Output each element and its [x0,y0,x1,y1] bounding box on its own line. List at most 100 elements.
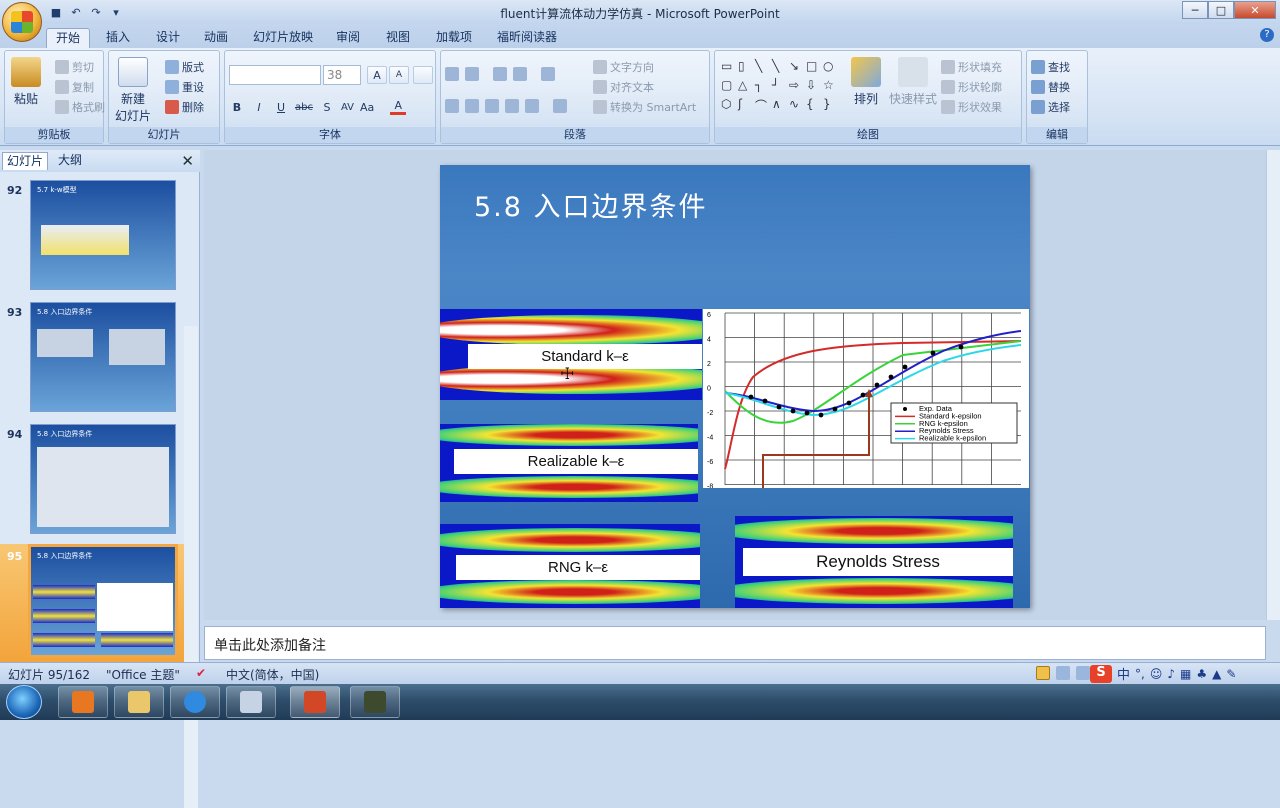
ime-punct-toggle[interactable]: °, [1135,667,1145,681]
copy-button[interactable]: 复制 [55,79,94,95]
tab-animations[interactable]: 动画 [198,28,234,48]
shape-roundrect-icon[interactable]: ▢ [721,78,737,93]
bullets-icon[interactable] [445,67,459,81]
char-spacing-button[interactable]: AV [341,102,354,113]
font-name-box[interactable] [229,65,321,85]
shrink-font-button[interactable]: A [389,66,409,84]
slide-thumbnail-selected[interactable]: 5.8 入口边界条件 [28,544,178,658]
shape-effects-button[interactable]: 形状效果 [941,99,1002,115]
cfd-contour-reynolds[interactable]: Reynolds Stress [735,516,1013,608]
taskbar-ie[interactable] [170,686,220,718]
shadow-button[interactable]: S [319,101,335,114]
shape-textbox-icon[interactable]: ▭ [721,59,737,74]
normal-view-icon[interactable] [1036,666,1050,680]
align-center-icon[interactable] [465,99,479,113]
increase-indent-icon[interactable] [513,67,527,81]
new-slide-button[interactable]: 新建 幻灯片 [115,57,151,124]
shape-brace2-icon[interactable]: } [823,97,839,115]
shape-oval-icon[interactable]: ○ [823,59,839,74]
cfd-contour-rng[interactable]: RNG k–ε [440,524,700,608]
shape-triangle-icon[interactable]: △ [738,78,754,93]
tab-slideshow[interactable]: 幻灯片放映 [248,28,318,48]
align-text-button[interactable]: 对齐文本 [593,79,654,95]
layout-button[interactable]: 版式 [165,59,204,75]
thumbnail-scrollbar[interactable] [184,326,198,808]
shape-downarrow-icon[interactable]: ⇩ [806,78,822,93]
microphone-icon[interactable]: ♪ [1167,667,1175,681]
spellcheck-icon[interactable]: ✔ [196,666,206,680]
format-painter-button[interactable]: 格式刷 [55,99,105,115]
underline-button[interactable]: U [273,101,289,114]
office-button[interactable] [2,2,42,42]
tab-review[interactable]: 审阅 [330,28,366,48]
cfd-contour-standard[interactable]: Standard k–ε [440,309,702,400]
shape-arc-icon[interactable]: ⌒ [755,97,771,115]
taskbar-snipping[interactable] [226,686,276,718]
justify-icon[interactable] [505,99,519,113]
tab-addins[interactable]: 加载项 [430,28,478,48]
text-direction-button[interactable]: 文字方向 [593,59,654,75]
shape-rightarrow-icon[interactable]: ⇨ [789,78,805,93]
slide-thumbnail[interactable]: 5.8 入口边界条件 [30,424,176,534]
delete-button[interactable]: 删除 [165,99,204,115]
slide-title[interactable]: 5.8 入口边界条件 [474,185,708,224]
sorter-view-icon[interactable] [1056,666,1070,680]
shape-curve-icon[interactable]: ʃ [738,97,754,115]
shape-hex-icon[interactable]: ⬡ [721,97,737,115]
shape-brace-icon[interactable]: { [806,97,822,115]
line-spacing-icon[interactable] [541,67,555,81]
tab-outline-pane[interactable]: 大纲 [54,152,86,170]
distributed-icon[interactable] [525,99,539,113]
numbering-icon[interactable] [465,67,479,81]
help-icon[interactable]: ? [1260,28,1274,42]
italic-button[interactable]: I [251,101,267,114]
taskbar-recorder[interactable] [350,686,400,718]
tab-home[interactable]: 开始 [46,28,90,48]
shape-line-icon[interactable]: ╲ [755,59,771,74]
shape-fill-button[interactable]: 形状填充 [941,59,1002,75]
align-right-icon[interactable] [485,99,499,113]
clear-format-button[interactable] [413,66,433,84]
align-left-icon[interactable] [445,99,459,113]
ime-chinese-toggle[interactable]: 中 [1117,664,1130,683]
find-button[interactable]: 查找 [1031,59,1070,75]
minimize-button[interactable]: ─ [1182,1,1208,19]
replace-button[interactable]: 替换 [1031,79,1070,95]
emoji-icon[interactable]: ☺ [1150,667,1163,681]
close-button[interactable]: ✕ [1234,1,1276,19]
taskbar-powerpoint[interactable] [290,686,340,718]
font-size-box[interactable]: 38 [323,65,361,85]
slide-thumbnail[interactable]: 5.8 入口边界条件 [30,302,176,412]
wrench-icon[interactable]: ✎ [1226,667,1236,681]
grow-font-button[interactable]: A [367,66,387,84]
select-button[interactable]: 选择 [1031,99,1070,115]
arrange-button[interactable]: 排列 [851,57,881,107]
shape-vtextbox-icon[interactable]: ▯ [738,59,754,74]
quick-styles-button[interactable]: 快速样式 [889,57,937,107]
columns-icon[interactable] [553,99,567,113]
slide-scrollbar[interactable] [1266,150,1280,620]
notes-pane[interactable]: 单击此处添加备注 [204,626,1266,660]
shape-elbow-icon[interactable]: ┐ [755,78,771,93]
paste-button[interactable]: 粘贴 [11,57,41,107]
decrease-indent-icon[interactable] [493,67,507,81]
shape-arrow-icon[interactable]: ↘ [789,59,805,74]
shapes-gallery[interactable]: ▭ ▯ ╲ ╲ ↘ □ ○ ▢ △ ┐ ┘ ⇨ ⇩ ☆ ⬡ ʃ ⌒ ∧ ∿{} [721,59,841,115]
bold-button[interactable]: B [229,101,245,114]
ime-logo-icon[interactable]: S [1090,664,1112,683]
shape-line2-icon[interactable]: ╲ [772,59,788,74]
shape-freeform-icon[interactable]: ∧ [772,97,788,115]
shape-star-icon[interactable]: ☆ [823,78,839,93]
change-case-button[interactable]: Aa [360,101,374,114]
maximize-button[interactable]: □ [1208,1,1234,19]
pane-close-icon[interactable]: ✕ [181,152,194,170]
tab-slides-pane[interactable]: 幻灯片 [2,152,49,170]
tab-view[interactable]: 视图 [380,28,416,48]
tab-design[interactable]: 设计 [150,28,186,48]
smartart-button[interactable]: 转换为 SmartArt [593,99,696,115]
comparison-chart[interactable]: 6 4 2 0 -2 -4 -6 -8 Exp. Data Standard k-epsilon… [703,309,1029,491]
slideshow-view-icon[interactable] [1076,666,1090,680]
taskbar-pdf-app[interactable] [58,686,108,718]
strikethrough-button[interactable]: abc [295,102,313,113]
shape-scribble-icon[interactable]: ∿ [789,97,805,115]
